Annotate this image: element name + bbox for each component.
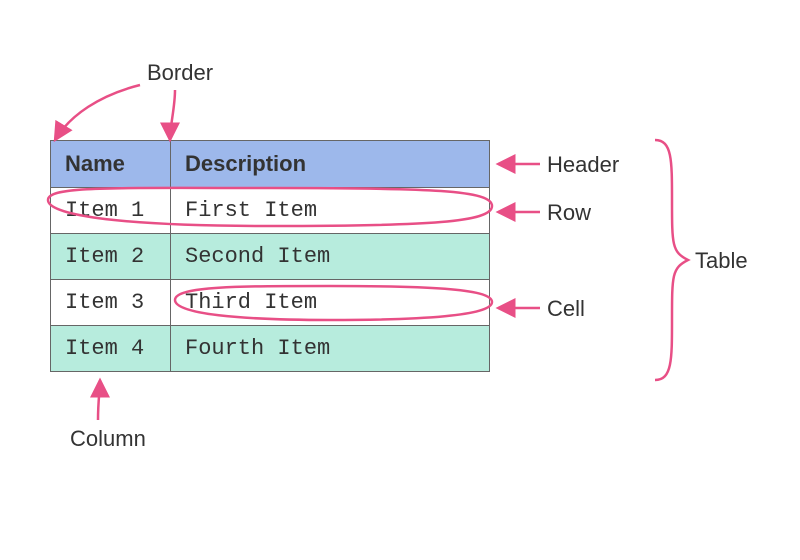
annotation-border: Border [147, 60, 213, 86]
annotation-row: Row [547, 200, 591, 226]
header-name: Name [51, 141, 171, 188]
annotation-table: Table [695, 248, 748, 274]
cell-name: Item 2 [51, 234, 171, 280]
cell-name: Item 4 [51, 326, 171, 372]
annotation-header: Header [547, 152, 619, 178]
table-row: Item 2 Second Item [51, 234, 490, 280]
annotation-cell: Cell [547, 296, 585, 322]
header-description: Description [171, 141, 490, 188]
cell-description: Second Item [171, 234, 490, 280]
table-header-row: Name Description [51, 141, 490, 188]
demo-table-container: Name Description Item 1 First Item Item … [50, 140, 490, 372]
demo-table: Name Description Item 1 First Item Item … [50, 140, 490, 372]
table-row: Item 1 First Item [51, 188, 490, 234]
cell-name: Item 3 [51, 280, 171, 326]
arrow-column-icon [98, 380, 100, 420]
cell-description: Third Item [171, 280, 490, 326]
table-row: Item 3 Third Item [51, 280, 490, 326]
table-brace-icon [655, 140, 688, 380]
table-row: Item 4 Fourth Item [51, 326, 490, 372]
arrow-border-right-icon [170, 90, 175, 140]
arrow-border-left-icon [55, 85, 140, 140]
cell-name: Item 1 [51, 188, 171, 234]
cell-description: Fourth Item [171, 326, 490, 372]
cell-description: First Item [171, 188, 490, 234]
annotation-column: Column [70, 426, 146, 452]
